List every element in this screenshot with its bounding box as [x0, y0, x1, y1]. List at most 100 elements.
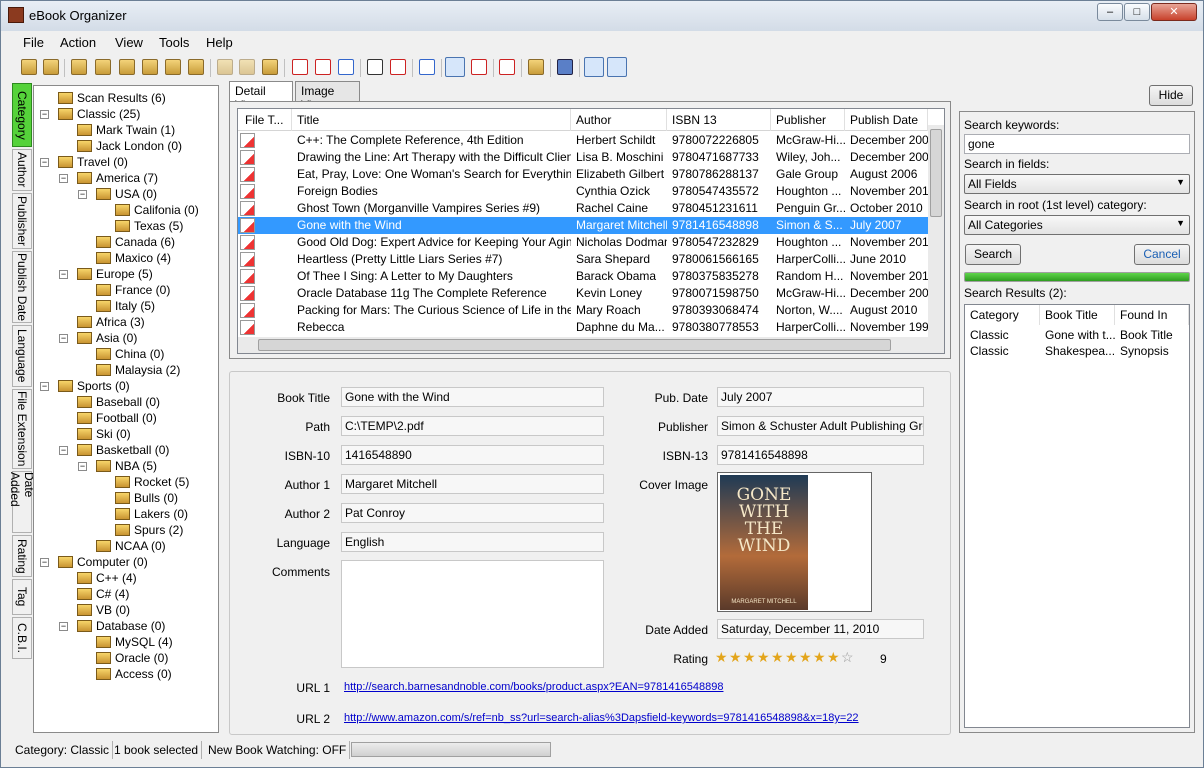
tree-node[interactable]: Basketball (0) [77, 442, 169, 458]
edit-info-icon[interactable] [528, 59, 544, 75]
sidetab-category[interactable]: Category [12, 83, 32, 147]
rating-stars[interactable]: ★ ★ ★ ★ ★ ★ ★ ★ ★ ☆ [715, 650, 875, 666]
column-header[interactable]: Author [571, 109, 667, 131]
star-icon[interactable]: ☆ [841, 650, 854, 664]
tree-toggle-icon[interactable]: − [78, 462, 87, 471]
tree-node[interactable]: Malaysia (2) [96, 362, 180, 378]
tree-node[interactable]: VB (0) [77, 602, 130, 618]
tree-toggle-icon[interactable]: − [59, 174, 68, 183]
search-category-select[interactable]: All Categories ▼ [964, 215, 1190, 235]
publisher-field[interactable]: Simon & Schuster Adult Publishing Group [717, 416, 924, 436]
add-category-icon[interactable] [71, 59, 87, 75]
result-cell[interactable]: Gone with t... [1040, 327, 1115, 343]
edit-category-icon[interactable] [119, 59, 135, 75]
star-icon[interactable]: ★ [785, 650, 798, 664]
sidetab-file-extension[interactable]: File Extension [12, 389, 32, 469]
book-row[interactable]: C++: The Complete Reference, 4th Edition… [238, 132, 928, 149]
book-title-field[interactable]: Gone with the Wind [341, 387, 604, 407]
pub-date-field[interactable]: July 2007 [717, 387, 924, 407]
menu-file[interactable]: File [23, 35, 44, 50]
sidetab-publisher[interactable]: Publisher [12, 193, 32, 249]
star-icon[interactable]: ★ [715, 650, 728, 664]
tree-toggle-icon[interactable]: − [59, 446, 68, 455]
book-row[interactable]: Ghost Town (Morganville Vampires Series … [238, 200, 928, 217]
tree-node[interactable]: Ski (0) [77, 426, 131, 442]
result-cell[interactable]: Book Title [1115, 327, 1189, 343]
add-book-icon[interactable] [142, 59, 158, 75]
language-field[interactable]: English [341, 532, 604, 552]
tree-node[interactable]: Bulls (0) [115, 490, 178, 506]
tree-node[interactable]: Africa (3) [77, 314, 145, 330]
tree-node[interactable]: Canada (6) [96, 234, 175, 250]
column-header[interactable]: ISBN 13 [667, 109, 771, 131]
star-icon[interactable]: ★ [799, 650, 812, 664]
book-row[interactable]: Foreign Bodies Cynthia Ozick 9780547435572… [238, 183, 928, 200]
book-row[interactable]: Oracle Database 11g The Complete Referen… [238, 285, 928, 302]
tree-node[interactable]: France (0) [96, 282, 170, 298]
url2-link[interactable]: http://www.amazon.com/s/ref=nb_ss?url=se… [344, 712, 859, 724]
cut-icon[interactable] [217, 59, 233, 75]
report-icon[interactable] [315, 59, 331, 75]
date-added-field[interactable]: Saturday, December 11, 2010 [717, 619, 924, 639]
maximize-button[interactable]: □ [1124, 3, 1150, 21]
detail-view-icon[interactable] [445, 57, 465, 77]
result-cell[interactable]: Synopsis [1115, 343, 1189, 359]
result-column-header[interactable]: Found In [1115, 305, 1189, 325]
scrollbar-thumb[interactable] [930, 129, 942, 217]
tree-node[interactable]: Computer (0) [58, 554, 148, 570]
url1-link[interactable]: http://search.barnesandnoble.com/books/p… [344, 681, 723, 693]
book-row[interactable]: Rebecca Daphne du Ma... 9780380778553 Harpe… [238, 319, 928, 336]
tree-node[interactable]: Spurs (2) [115, 522, 183, 538]
author2-field[interactable]: Pat Conroy [341, 503, 604, 523]
tree-node[interactable]: America (7) [77, 170, 158, 186]
copy-icon[interactable] [367, 59, 383, 75]
hide-button[interactable]: Hide [1149, 85, 1193, 106]
tree-node[interactable]: Califonia (0) [115, 202, 199, 218]
tree-node[interactable]: MySQL (4) [96, 634, 173, 650]
sidetab-language[interactable]: Language [12, 325, 32, 387]
right-panel-icon[interactable] [607, 57, 627, 77]
star-icon[interactable]: ★ [813, 650, 826, 664]
scan-icon[interactable] [21, 59, 37, 75]
tree-node[interactable]: USA (0) [96, 186, 157, 202]
comments-field[interactable] [341, 560, 604, 668]
tree-node[interactable]: C# (4) [77, 586, 129, 602]
search-keywords-input[interactable]: gone [964, 134, 1190, 154]
sidetab-author[interactable]: Author [12, 149, 32, 191]
tab-detail-view[interactable]: Detail View [229, 81, 293, 112]
tree-toggle-icon[interactable]: − [59, 270, 68, 279]
isbn10-field[interactable]: 1416548890 [341, 445, 604, 465]
tree-node[interactable]: NBA (5) [96, 458, 157, 474]
tree-node[interactable]: Scan Results (6) [58, 90, 166, 106]
column-header[interactable]: Publish Date [845, 109, 928, 131]
star-icon[interactable]: ★ [757, 650, 770, 664]
tree-node[interactable]: Football (0) [77, 410, 157, 426]
tree-node[interactable]: Access (0) [96, 666, 172, 682]
tree-toggle-icon[interactable]: − [59, 622, 68, 631]
isbn13-field[interactable]: 9781416548898 [717, 445, 924, 465]
column-header[interactable]: Title [292, 109, 571, 131]
tree-node[interactable]: Oracle (0) [96, 650, 168, 666]
cover-image-box[interactable]: GONE WITH THE WIND MARGARET MITCHELL [717, 472, 872, 612]
result-column-header[interactable]: Book Title [1040, 305, 1115, 325]
remove-book-icon[interactable] [165, 59, 181, 75]
tree-node[interactable]: NCAA (0) [96, 538, 166, 554]
book-row[interactable]: Drawing the Line: Art Therapy with the D… [238, 149, 928, 166]
check-icon[interactable] [499, 59, 515, 75]
tree-node[interactable]: C++ (4) [77, 570, 137, 586]
tree-toggle-icon[interactable]: − [40, 110, 49, 119]
scan-folder-icon[interactable] [43, 59, 59, 75]
tree-node[interactable]: Europe (5) [77, 266, 153, 282]
star-icon[interactable]: ★ [771, 650, 784, 664]
star-icon[interactable]: ★ [827, 650, 840, 664]
column-header[interactable]: File T... [240, 109, 292, 131]
tree-toggle-icon[interactable]: − [40, 382, 49, 391]
tag-icon[interactable] [557, 59, 573, 75]
export-icon[interactable] [390, 59, 406, 75]
close-button[interactable]: ✕ [1151, 3, 1197, 21]
scrollbar-thumb[interactable] [258, 339, 891, 351]
list-horizontal-scrollbar[interactable] [238, 337, 928, 353]
tree-icon[interactable] [338, 59, 354, 75]
minimize-button[interactable]: – [1097, 3, 1123, 21]
result-cell[interactable]: Classic [965, 343, 1040, 359]
